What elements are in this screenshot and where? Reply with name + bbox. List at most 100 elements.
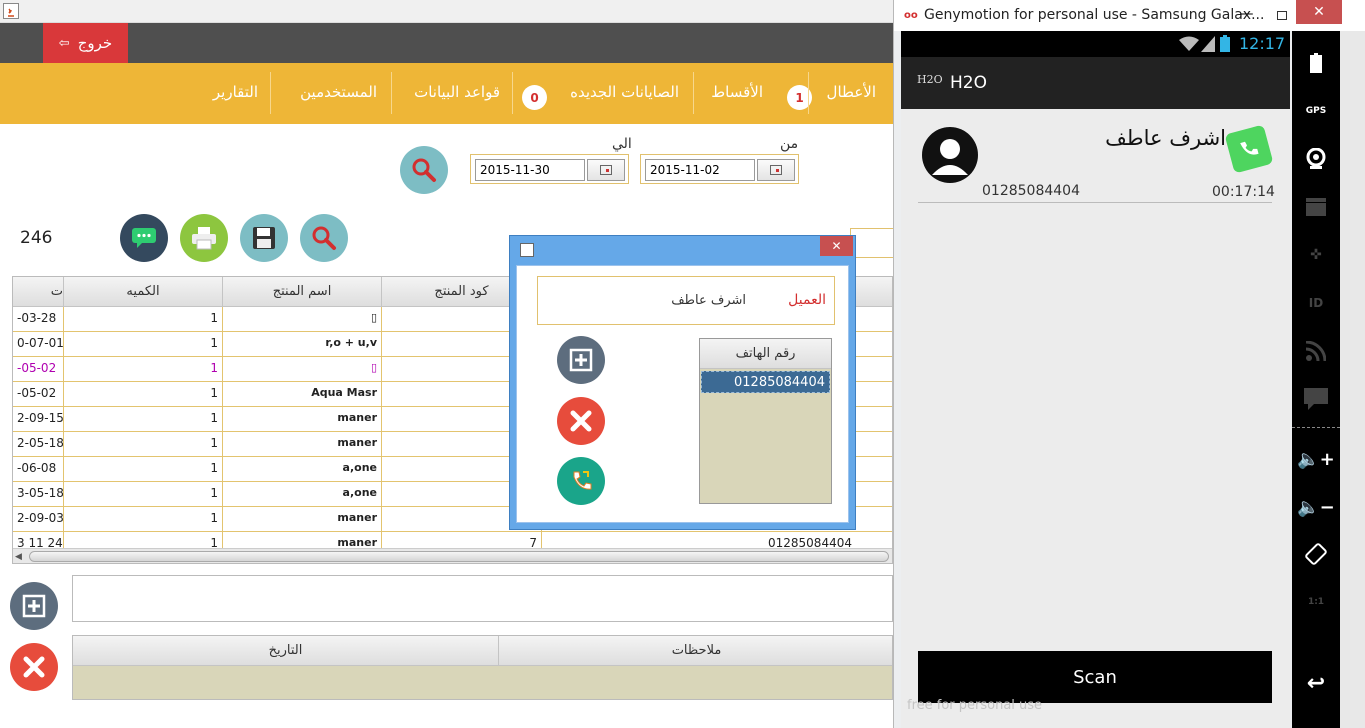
nav-item-faults[interactable]: الأعطال bbox=[827, 83, 876, 101]
phone-row-selected[interactable]: 01285084404 bbox=[701, 371, 830, 393]
nav-divider bbox=[270, 72, 271, 114]
minimize-button[interactable]: — bbox=[1234, 6, 1259, 24]
exit-icon: ⇦ bbox=[58, 35, 70, 51]
col-header-notes-date[interactable]: التاريخ bbox=[73, 636, 499, 666]
emulator-window: oo Genymotion for personal use - Samsung… bbox=[893, 0, 1365, 728]
from-label: من bbox=[780, 136, 799, 152]
col-header-product[interactable]: اسم المنتج bbox=[223, 277, 382, 307]
close-icon bbox=[570, 410, 592, 432]
cell-date: -05-02 bbox=[13, 357, 64, 382]
floppy-icon bbox=[253, 227, 275, 249]
divider bbox=[918, 202, 1272, 203]
filter-search-button[interactable] bbox=[400, 146, 448, 194]
watermark: free for personal use bbox=[907, 698, 1043, 713]
nav-divider bbox=[808, 72, 809, 114]
search-field-edge[interactable] bbox=[850, 228, 893, 258]
scan-label: Scan bbox=[1073, 666, 1117, 688]
col-header-notes[interactable]: ملاحظات bbox=[499, 636, 892, 666]
search-icon bbox=[412, 158, 436, 182]
customer-dialog: ✕ العميل اشرف عاطف رقم الهاتف 0128508440… bbox=[509, 235, 856, 530]
nav-item-databases[interactable]: قواعد البيانات bbox=[414, 83, 500, 101]
to-date-input[interactable]: 2015-11-30 bbox=[475, 159, 585, 181]
exit-label: خروج bbox=[77, 34, 113, 52]
close-icon bbox=[23, 656, 45, 678]
cell-qty: 1 bbox=[64, 507, 223, 532]
status-time: 12:17 bbox=[1239, 34, 1286, 53]
cell-product: maner bbox=[223, 407, 382, 432]
delete-phone-button[interactable] bbox=[557, 397, 605, 445]
phone-screen: 12:17 H2O H2O اشرف عاطف 01285084404 00:1… bbox=[901, 31, 1290, 728]
nav-item-reports[interactable]: التقارير bbox=[213, 83, 258, 101]
cell-qty: 1 bbox=[64, 332, 223, 357]
calendar-icon[interactable] bbox=[587, 159, 625, 181]
maximize-button[interactable] bbox=[1269, 6, 1294, 24]
cell-product: maner bbox=[223, 432, 382, 457]
sidebar-divider bbox=[1292, 427, 1340, 429]
dialog-close-button[interactable]: ✕ bbox=[820, 236, 853, 256]
screencast-icon bbox=[1292, 195, 1340, 219]
scrollbar-thumb[interactable] bbox=[29, 551, 889, 562]
nav-item-users[interactable]: المستخدمين bbox=[300, 83, 377, 101]
note-input[interactable] bbox=[72, 575, 893, 622]
col-header-date[interactable]: ت bbox=[13, 277, 64, 307]
horizontal-scrollbar[interactable]: ◀ bbox=[13, 548, 892, 563]
nav-badge-maintenance: 0 bbox=[522, 85, 547, 110]
webcam-icon[interactable] bbox=[1292, 147, 1340, 171]
volume-down-icon[interactable]: 🔈− bbox=[1292, 495, 1340, 519]
caller-avatar bbox=[922, 127, 978, 183]
delete-note-button[interactable] bbox=[10, 643, 58, 691]
exit-button[interactable]: ⇦ خروج bbox=[43, 23, 128, 63]
scan-button[interactable]: Scan bbox=[918, 651, 1272, 703]
back-icon[interactable]: ↩ bbox=[1292, 671, 1340, 696]
nav-item-installments[interactable]: الأقساط bbox=[711, 83, 763, 101]
to-date-field: 2015-11-30 bbox=[470, 154, 629, 184]
battery-control-icon[interactable] bbox=[1292, 51, 1340, 75]
add-phone-button[interactable] bbox=[557, 336, 605, 384]
gps-icon[interactable]: GPS bbox=[1292, 99, 1340, 123]
app-logo: H2O bbox=[917, 73, 943, 86]
from-date-input[interactable]: 2015-11-02 bbox=[645, 159, 755, 181]
device-id-icon: ID bbox=[1308, 296, 1324, 310]
nav-item-new-maintenance[interactable]: الصايانات الجديده bbox=[570, 83, 679, 101]
dpad-icon: ✜ bbox=[1310, 247, 1322, 263]
cell-qty: 1 bbox=[64, 307, 223, 332]
to-label: الي bbox=[612, 136, 632, 152]
message-button[interactable] bbox=[120, 214, 168, 262]
cell-date: -03-28 bbox=[13, 307, 64, 332]
customer-label: العميل bbox=[788, 292, 826, 308]
search-button[interactable] bbox=[300, 214, 348, 262]
call-time: 00:17:14 bbox=[1212, 184, 1275, 200]
save-button[interactable] bbox=[240, 214, 288, 262]
plus-square-icon bbox=[569, 348, 593, 372]
cell-qty: 1 bbox=[64, 482, 223, 507]
add-note-button[interactable] bbox=[10, 582, 58, 630]
cell-product: r,o + u,v bbox=[223, 332, 382, 357]
col-header-qty[interactable]: الكميه bbox=[64, 277, 223, 307]
phone-table: رقم الهاتف 01285084404 bbox=[699, 338, 832, 504]
emulator-title: Genymotion for personal use - Samsung Ga… bbox=[924, 7, 1265, 23]
close-window-button[interactable]: ✕ bbox=[1296, 0, 1342, 24]
printer-icon bbox=[192, 227, 216, 250]
print-button[interactable] bbox=[180, 214, 228, 262]
app-title: H2O bbox=[950, 73, 987, 93]
emulator-titlebar: oo Genymotion for personal use - Samsung… bbox=[894, 0, 1365, 31]
dialog-body: العميل اشرف عاطف رقم الهاتف 01285084404 bbox=[516, 265, 849, 523]
cell-qty: 1 bbox=[64, 457, 223, 482]
plus-square-icon bbox=[22, 594, 46, 618]
java-icon bbox=[3, 3, 19, 19]
emulator-sidebar: GPS ✜ ID 🔈+ 🔈− 1:1 ↩ bbox=[1292, 31, 1340, 728]
calendar-icon[interactable] bbox=[757, 159, 795, 181]
rotate-icon[interactable] bbox=[1292, 542, 1340, 566]
call-button[interactable] bbox=[557, 457, 605, 505]
scroll-left-arrow[interactable]: ◀ bbox=[15, 552, 22, 562]
customer-panel: العميل اشرف عاطف bbox=[537, 276, 835, 325]
cell-date: 3-05-18 bbox=[13, 482, 64, 507]
scale-icon: 1:1 bbox=[1307, 597, 1325, 607]
rss-icon bbox=[1292, 339, 1340, 363]
app-action-bar: H2O H2O bbox=[901, 57, 1290, 109]
volume-up-icon[interactable]: 🔈+ bbox=[1292, 447, 1340, 471]
col-header-phone[interactable]: رقم الهاتف bbox=[700, 339, 831, 369]
customer-name: اشرف عاطف bbox=[671, 293, 746, 308]
genymotion-logo-icon: oo bbox=[904, 10, 918, 21]
cell-date: 2-05-18 bbox=[13, 432, 64, 457]
